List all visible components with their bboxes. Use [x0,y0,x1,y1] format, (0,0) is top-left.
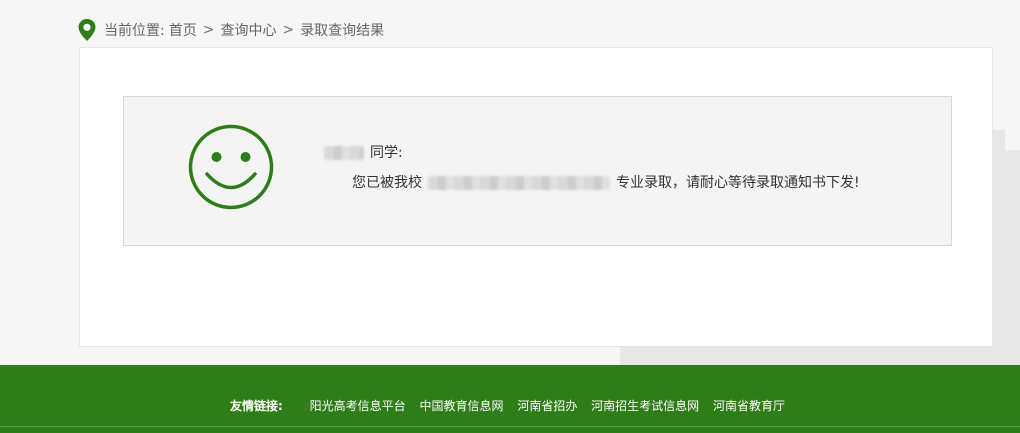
breadcrumb-current: 录取查询结果 [300,23,385,39]
admission-message: 同学: 您已被我校 专业录取，请耐心等待录取通知书下发! [324,141,860,195]
breadcrumb: 当前位置: 首页 > 查询中心 > 录取查询结果 [78,18,384,42]
redacted-student-name [324,146,364,160]
location-pin-icon [78,19,96,41]
content-panel: 同学: 您已被我校 专业录取，请耐心等待录取通知书下发! [79,47,993,347]
footer-link-edu-info[interactable]: 中国教育信息网 [419,399,503,413]
footer-link-gaokao[interactable]: 阳光高考信息平台 [310,399,406,413]
footer-divider [0,426,1020,427]
footer-link-exam-info[interactable]: 河南招生考试信息网 [591,399,699,413]
admission-result-box: 同学: 您已被我校 专业录取，请耐心等待录取通知书下发! [123,96,952,246]
breadcrumb-prefix: 当前位置: [104,23,165,39]
admission-text-suffix: 专业录取，请耐心等待录取通知书下发! [616,175,860,191]
smiley-face-icon [188,124,274,210]
friendly-links-label: 友情链接: [229,399,283,413]
breadcrumb-separator: > [282,22,295,38]
friendly-links: 友情链接: 阳光高考信息平台 中国教育信息网 河南省招办 河南招生考试信息网 河… [0,397,1020,414]
breadcrumb-separator: > [202,22,215,38]
admission-text-prefix: 您已被我校 [352,175,422,191]
footer-link-edu-dept[interactable]: 河南省教育厅 [713,399,785,413]
footer: 友情链接: 阳光高考信息平台 中国教育信息网 河南省招办 河南招生考试信息网 河… [0,365,1020,433]
breadcrumb-query-center-link[interactable]: 查询中心 [220,20,276,40]
redacted-major-name [428,176,610,190]
greeting-text: 同学: [370,145,403,161]
breadcrumb-home-link[interactable]: 首页 [169,20,197,40]
footer-link-admission-office[interactable]: 河南省招办 [517,399,577,413]
